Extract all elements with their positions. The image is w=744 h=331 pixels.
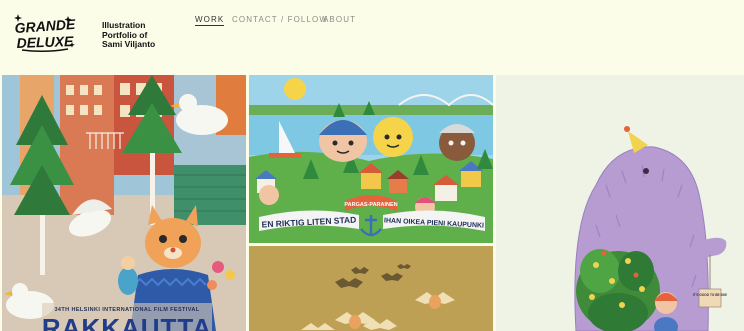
site-title-line-3: Sami Viljanto xyxy=(102,39,156,49)
banner-top-text: PARGAS-PARAINEN xyxy=(344,202,397,208)
grande-deluxe-logo[interactable]: GRANDE DELUXE xyxy=(12,12,78,54)
gallery-tile-purple-monster[interactable]: IT'S GOOD TO BE BIG! xyxy=(496,75,744,331)
logo-mark: GRANDE DELUXE xyxy=(14,14,76,53)
site-title[interactable]: Illustration Portfolio of Sami Viljanto xyxy=(102,20,172,50)
gallery-tile-bats[interactable] xyxy=(249,246,493,331)
monster-artwork: IT'S GOOD TO BE BIG! xyxy=(496,75,744,331)
gallery-tile-film-festival[interactable]: 34TH HELSINKI INTERNATIONAL FILM FESTIVA… xyxy=(2,75,246,331)
bats-artwork xyxy=(249,246,493,331)
nav-item-contact-follow[interactable]: CONTACT / FOLLOW xyxy=(232,15,328,24)
gallery-tile-pargas-parainen[interactable]: EN RIKTIG LITEN STAD IHAN OIKEA PIENI KA… xyxy=(249,75,493,243)
page: GRANDE DELUXE Illustration Portfolio of … xyxy=(0,0,744,331)
nav-item-work[interactable]: WORK xyxy=(195,15,225,26)
film-festival-artwork: 34TH HELSINKI INTERNATIONAL FILM FESTIVA… xyxy=(2,75,246,331)
pargas-artwork: EN RIKTIG LITEN STAD IHAN OIKEA PIENI KA… xyxy=(249,75,493,243)
monster-sign-text: IT'S GOOD TO BE BIG! xyxy=(693,293,728,297)
nav-item-about[interactable]: ABOUT xyxy=(323,15,356,24)
poster-caption-big: RAKKAUTTA xyxy=(42,313,212,331)
logo-text-line-2: DELUXE xyxy=(16,33,74,51)
